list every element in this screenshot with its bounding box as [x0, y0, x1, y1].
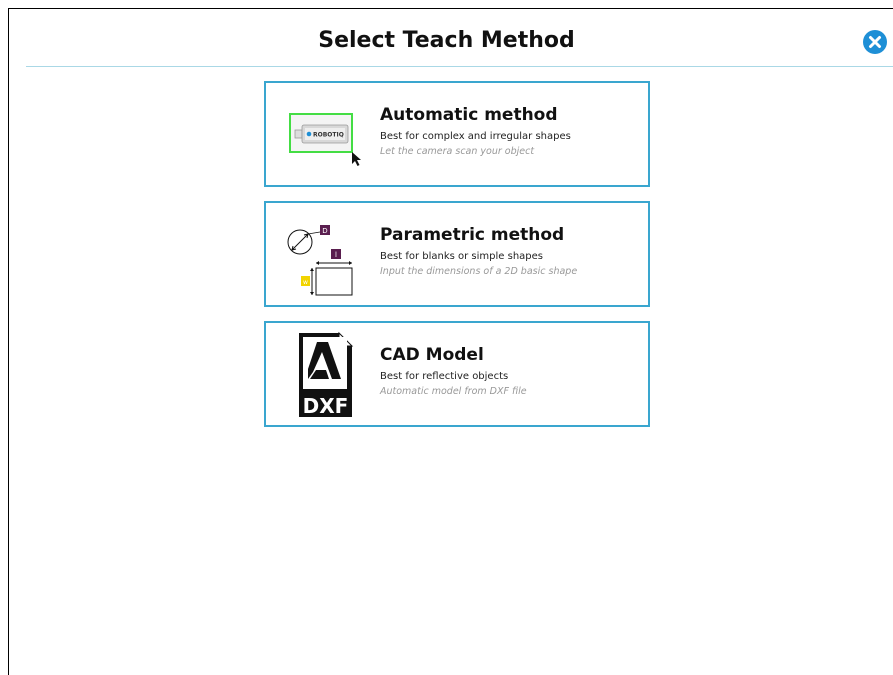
- parametric-method-title: Parametric method: [380, 225, 565, 245]
- title-divider: [26, 66, 893, 67]
- dxf-file-icon: DXF: [282, 331, 374, 419]
- close-button[interactable]: [863, 30, 887, 54]
- svg-text:ROBOTIQ: ROBOTIQ: [313, 132, 344, 139]
- automatic-method-description: Best for complex and irregular shapes: [380, 131, 571, 142]
- svg-text:w: w: [303, 279, 308, 286]
- svg-text:l: l: [335, 251, 337, 259]
- cad-model-hint: Automatic model from DXF file: [380, 386, 527, 397]
- parametric-method-card[interactable]: D l w Parametric method Best for blanks …: [264, 201, 650, 307]
- svg-text:DXF: DXF: [303, 394, 349, 418]
- close-icon: [869, 36, 881, 48]
- automatic-method-title: Automatic method: [380, 105, 558, 125]
- parametric-method-description: Best for blanks or simple shapes: [380, 251, 544, 262]
- parametric-method-hint: Input the dimensions of a 2D basic shape: [380, 266, 578, 277]
- cad-model-title: CAD Model: [380, 345, 484, 365]
- camera-scan-icon: ROBOTIQ: [282, 91, 374, 179]
- parametric-shape-icon: D l w: [282, 211, 374, 299]
- dialog-title: Select Teach Method: [318, 28, 575, 53]
- automatic-method-hint: Let the camera scan your object: [380, 146, 535, 157]
- cad-model-card[interactable]: DXF CAD Model Best for reflective object…: [264, 321, 650, 427]
- automatic-method-card[interactable]: ROBOTIQ Automatic method Best for comple…: [264, 81, 650, 187]
- cad-model-description: Best for reflective objects: [380, 371, 509, 382]
- svg-text:D: D: [322, 227, 327, 235]
